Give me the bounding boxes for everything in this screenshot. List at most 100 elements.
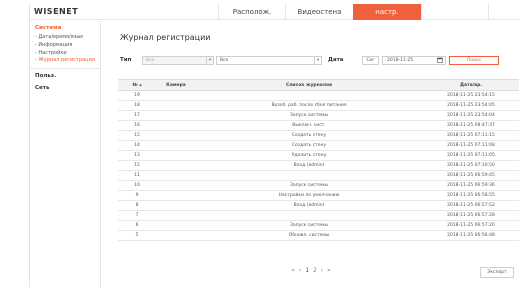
cell-log: Вход (admin)	[196, 200, 422, 211]
cell-no: 17	[118, 110, 156, 121]
cell-log	[196, 210, 422, 221]
cell-log: Выключ. сист.	[196, 120, 422, 131]
page-title: Журнал регистрации	[120, 33, 211, 42]
table-row[interactable]: 12 Вход (admin) 2018-11-25 07:10:50	[118, 160, 519, 171]
cell-date: 2018-11-25 06:59:45	[422, 170, 519, 181]
cell-no: 11	[118, 170, 156, 181]
table-row[interactable]: 7 2018-11-25 06:57:28	[118, 210, 519, 221]
sidebar-item-settings[interactable]: - Настройки	[30, 49, 100, 57]
chevron-down-icon: ▾	[314, 57, 321, 64]
col-header-no[interactable]: № ▴	[118, 79, 156, 91]
cell-date: 2018-11-25 06:56:48	[422, 230, 519, 241]
cell-no: 19	[118, 90, 156, 101]
page-1-button[interactable]: 1	[305, 267, 309, 274]
table-row[interactable]: 18 Возоб. раб. после сбоя питания 2018-11-…	[118, 100, 519, 111]
cell-camera	[156, 220, 196, 231]
page-next-button[interactable]: ›	[321, 267, 323, 274]
cell-camera	[156, 150, 196, 161]
cell-camera	[156, 130, 196, 141]
cell-camera	[156, 140, 196, 151]
cell-camera	[156, 100, 196, 111]
cell-no: 8	[118, 200, 156, 211]
cell-camera	[156, 230, 196, 241]
main-content: Журнал регистрации Тип Все ▾ Все ▾ Дата …	[102, 21, 519, 287]
log-table: № ▴ Камера Список журналов Дата/вр. 19 20…	[118, 79, 519, 241]
cell-date: 2018-11-25 23:54:05	[422, 100, 519, 111]
cell-camera	[156, 120, 196, 131]
tab-videowall[interactable]: Видеостена	[285, 4, 353, 20]
date-label: Дата	[328, 57, 344, 63]
cell-log: Создать стену	[196, 140, 422, 151]
sidebar: Система - Дата/время/язык - Информация -…	[30, 21, 101, 287]
col-header-date[interactable]: Дата/вр.	[422, 79, 519, 91]
cell-no: 9	[118, 190, 156, 201]
tab-live[interactable]: Располож.	[218, 4, 285, 20]
cell-date: 2018-11-25 06:59:36	[422, 180, 519, 191]
sidebar-heading-users[interactable]: Польз.	[30, 69, 100, 81]
table-row[interactable]: 11 2018-11-25 06:59:45	[118, 170, 519, 181]
page-2-button[interactable]: 2	[313, 267, 317, 274]
app-window: WISENET Располож. Видеостена настр. Сист…	[29, 4, 519, 287]
today-button[interactable]: Сег	[362, 56, 379, 65]
sidebar-item-datetime[interactable]: - Дата/время/язык	[30, 33, 100, 41]
cell-camera	[156, 90, 196, 101]
table-row[interactable]: 16 Выключ. сист. 2018-11-25 08:47:37	[118, 120, 519, 131]
sidebar-heading-network[interactable]: Сеть	[30, 81, 100, 93]
sidebar-item-log[interactable]: - Журнал регистрации	[30, 56, 100, 64]
page-last-button[interactable]: »	[327, 267, 331, 274]
table-row[interactable]: 17 Запуск системы 2018-11-25 23:54:04	[118, 110, 519, 121]
cell-log: Возоб. раб. после сбоя питания	[196, 100, 422, 111]
table-row[interactable]: 10 Запуск системы 2018-11-25 06:59:36	[118, 180, 519, 191]
sidebar-heading-system[interactable]: Система	[30, 21, 100, 33]
log-table-wrap: № ▴ Камера Список журналов Дата/вр. 19 20…	[118, 79, 519, 241]
table-body: 19 2018-11-25 23:54:15 18 Возоб. раб. после…	[118, 90, 519, 241]
cell-no: 16	[118, 120, 156, 131]
cell-date: 2018-11-25 06:57:28	[422, 210, 519, 221]
tab-settings[interactable]: настр.	[353, 4, 421, 20]
type-select-1[interactable]: Все ▾	[142, 56, 214, 65]
cell-no: 15	[118, 130, 156, 141]
cell-camera	[156, 180, 196, 191]
search-button[interactable]: Поиск	[449, 56, 499, 65]
page-prev-button[interactable]: ‹	[299, 267, 301, 274]
top-nav: Располож. Видеостена настр.	[218, 4, 489, 20]
cell-camera	[156, 190, 196, 201]
table-header-row: № ▴ Камера Список журналов Дата/вр.	[118, 79, 519, 91]
tab-empty	[421, 4, 489, 20]
cell-date: 2018-11-25 23:54:15	[422, 90, 519, 101]
cell-date: 2018-11-25 07:11:08	[422, 140, 519, 151]
cell-log: Запуск системы	[196, 180, 422, 191]
table-row[interactable]: 9 Настройки по умолчанию 2018-11-25 06:58:…	[118, 190, 519, 201]
cell-log	[196, 90, 422, 101]
table-row[interactable]: 13 Удалить стену 2018-11-25 07:11:05	[118, 150, 519, 161]
table-row[interactable]: 19 2018-11-25 23:54:15	[118, 90, 519, 101]
export-button[interactable]: Экспорт	[480, 267, 514, 278]
cell-log: Создать стену	[196, 130, 422, 141]
col-header-camera[interactable]: Камера	[156, 79, 196, 91]
table-row[interactable]: 8 Вход (admin) 2018-11-25 06:57:52	[118, 200, 519, 211]
type-label: Тип	[120, 57, 132, 63]
cell-camera	[156, 170, 196, 181]
cell-date: 2018-11-25 06:58:55	[422, 190, 519, 201]
cell-no: 10	[118, 180, 156, 191]
cell-no: 12	[118, 160, 156, 171]
table-row[interactable]: 5 Обновл. системы 2018-11-25 06:56:48	[118, 230, 519, 241]
cell-camera	[156, 210, 196, 221]
cell-date: 2018-11-25 08:47:37	[422, 120, 519, 131]
type-select-2[interactable]: Все ▾	[216, 56, 322, 65]
cell-no: 6	[118, 220, 156, 231]
page-first-button[interactable]: «	[291, 267, 295, 274]
table-row[interactable]: 14 Создать стену 2018-11-25 07:11:08	[118, 140, 519, 151]
sidebar-item-info[interactable]: - Информация	[30, 41, 100, 49]
brand-logo: WISENET	[34, 7, 79, 16]
cell-no: 18	[118, 100, 156, 111]
calendar-icon[interactable]	[437, 57, 443, 63]
cell-date: 2018-11-25 06:57:52	[422, 200, 519, 211]
col-header-log[interactable]: Список журналов	[196, 79, 422, 91]
cell-no: 5	[118, 230, 156, 241]
cell-log: Запуск системы	[196, 220, 422, 231]
cell-log: Настройки по умолчанию	[196, 190, 422, 201]
table-row[interactable]: 15 Создать стену 2018-11-25 07:11:15	[118, 130, 519, 141]
table-row[interactable]: 6 Запуск системы 2018-11-25 06:57:20	[118, 220, 519, 231]
cell-camera	[156, 110, 196, 121]
